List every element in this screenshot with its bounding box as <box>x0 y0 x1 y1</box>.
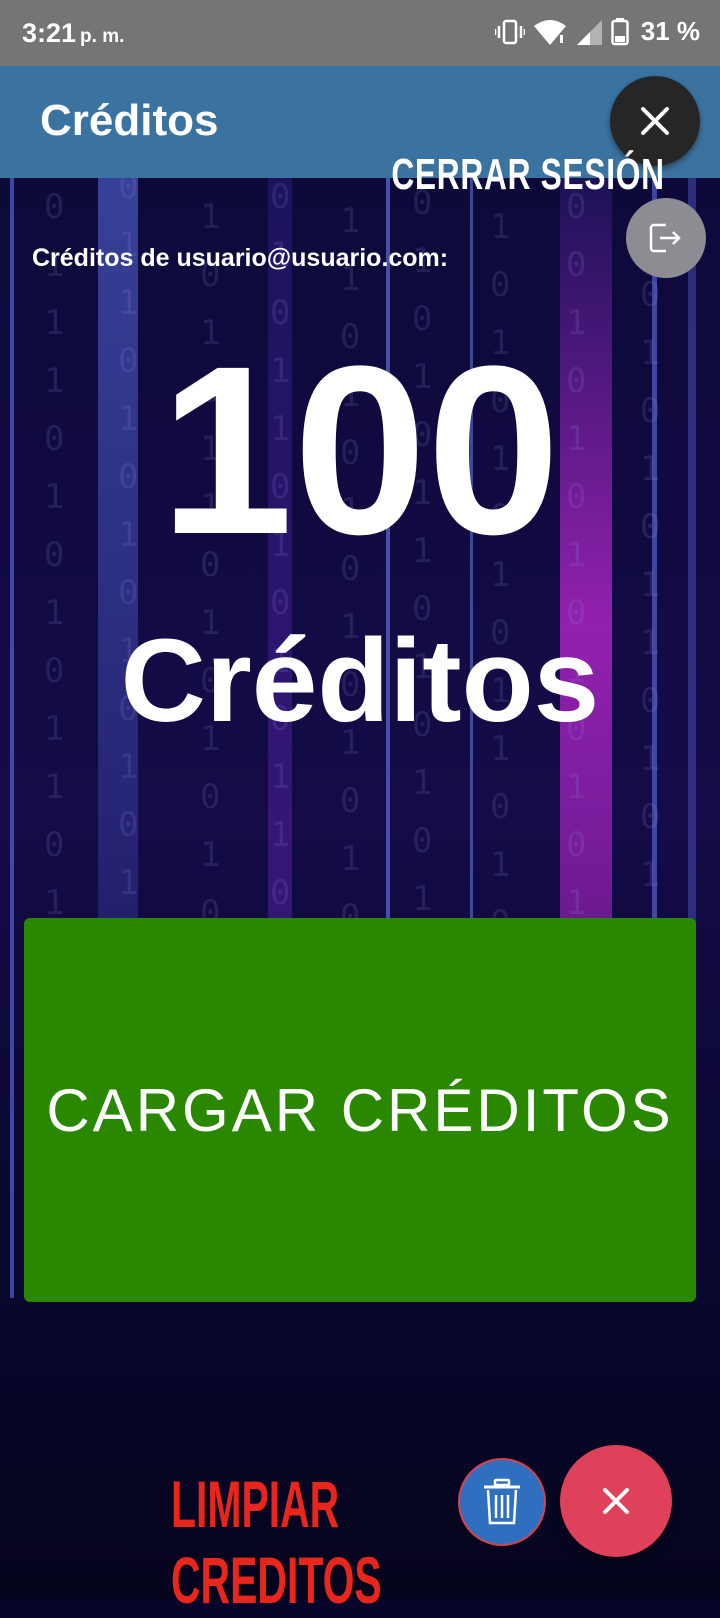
battery-percentage: 31 % <box>640 16 700 46</box>
status-bar: 3:21 p. m. 31 % <box>0 0 720 66</box>
clear-credits-button[interactable] <box>458 1458 546 1546</box>
logout-button[interactable] <box>626 198 706 278</box>
status-time-value: 3:21 <box>22 18 77 48</box>
wifi-icon <box>533 19 566 45</box>
user-email-label: Créditos de usuario@usuario.com: <box>32 244 449 272</box>
status-time: 3:21 p. m. <box>22 18 124 49</box>
status-time-ampm: p. m. <box>80 26 125 47</box>
close-icon <box>641 107 669 135</box>
close-icon <box>603 1488 629 1514</box>
credit-balance-unit: Créditos <box>120 615 600 747</box>
battery-icon <box>610 17 629 45</box>
page-title: Créditos <box>40 96 219 145</box>
clear-credits-label[interactable]: LIMPIAR CREDITOS <box>171 1466 450 1618</box>
load-credits-button[interactable]: CARGAR CRÉDITOS <box>24 918 696 1302</box>
signal-icon <box>576 19 602 45</box>
logout-label[interactable]: CERRAR SESIÓN <box>392 150 665 200</box>
vibrate-icon <box>494 19 525 44</box>
credit-balance-value: 100 <box>159 316 561 584</box>
logout-icon <box>649 223 681 253</box>
status-icons: 31 % <box>494 16 700 47</box>
close-bottom-menu-button[interactable] <box>560 1445 672 1557</box>
trash-icon <box>484 1478 520 1525</box>
